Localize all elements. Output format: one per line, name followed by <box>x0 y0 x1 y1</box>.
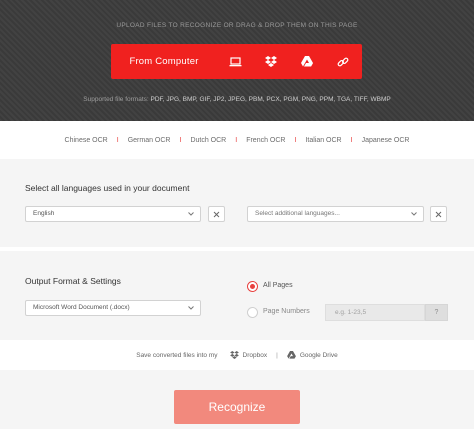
output-format-select[interactable]: Microsoft Word Document (.docx) <box>25 300 201 316</box>
recognize-button[interactable]: Recognize <box>174 390 300 424</box>
google-drive-icon <box>301 56 313 67</box>
link-dutch-ocr[interactable]: Dutch OCR <box>190 137 226 144</box>
primary-language-select[interactable]: English <box>25 206 201 222</box>
link-german-ocr[interactable]: German OCR <box>128 137 171 144</box>
supported-formats-list: PDF, JPG, BMP, GIF, JP2, JPEG, PBM, PCX,… <box>150 96 391 103</box>
primary-language-value: English <box>33 210 55 217</box>
upload-panel[interactable]: UPLOAD FILES TO RECOGNIZE OR DRAG & DROP… <box>0 0 474 121</box>
output-section-title: Output Format & Settings <box>25 276 121 286</box>
chevron-down-icon <box>411 212 417 216</box>
dropbox-icon <box>229 351 239 359</box>
page-numbers-help-button[interactable]: ? <box>425 304 448 321</box>
google-drive-label: Google Drive <box>299 351 338 359</box>
link-chinese-ocr[interactable]: Chinese OCR <box>65 137 108 144</box>
page-numbers-input[interactable]: e.g. 1-23,5 <box>325 304 425 321</box>
link-separator: I <box>235 136 238 144</box>
upload-from-dropbox-button[interactable] <box>253 44 289 79</box>
upload-source-bar: From Computer <box>111 44 362 79</box>
recognize-area: Recognize <box>0 370 474 429</box>
save-to-google-drive-link[interactable]: Google Drive <box>286 351 338 359</box>
dropbox-label: Dropbox <box>242 351 268 359</box>
language-settings: Select all languages used in your docume… <box>0 159 474 247</box>
close-icon <box>435 211 442 217</box>
supported-formats-label: Supported file formats: <box>83 96 149 103</box>
save-to-dropbox-link[interactable]: Dropbox <box>229 351 268 359</box>
upload-from-computer-icon-button[interactable] <box>217 44 253 79</box>
upload-hint: UPLOAD FILES TO RECOGNIZE OR DRAG & DROP… <box>116 22 358 29</box>
upload-from-google-drive-button[interactable] <box>289 44 325 79</box>
page-numbers-radio[interactable] <box>247 307 258 318</box>
clear-primary-language-button[interactable] <box>208 206 225 222</box>
page-numbers-label[interactable]: Page Numbers <box>263 308 310 315</box>
link-separator: I <box>116 136 119 144</box>
link-italian-ocr[interactable]: Italian OCR <box>305 137 341 144</box>
link-japanese-ocr[interactable]: Japanese OCR <box>362 137 410 144</box>
ocr-language-links: Chinese OCR I German OCR I Dutch OCR I F… <box>0 121 474 159</box>
link-separator: I <box>179 136 182 144</box>
link-french-ocr[interactable]: French OCR <box>246 137 285 144</box>
chevron-down-icon <box>188 306 194 310</box>
output-format-value: Microsoft Word Document (.docx) <box>33 304 130 311</box>
all-pages-radio[interactable] <box>247 281 258 292</box>
save-label: Save converted files into my <box>136 351 218 359</box>
close-icon <box>213 211 220 217</box>
additional-languages-select[interactable]: Select additional languages... <box>247 206 424 222</box>
laptop-icon <box>229 56 241 66</box>
supported-formats: Supported file formats: PDF, JPG, BMP, G… <box>0 96 474 103</box>
save-destination-row: Save converted files into my Dropbox | G… <box>0 340 474 370</box>
link-separator: I <box>294 136 297 144</box>
save-separator: | <box>276 351 278 359</box>
upload-from-url-button[interactable] <box>325 44 361 79</box>
output-settings: Output Format & Settings Microsoft Word … <box>0 247 474 340</box>
chevron-down-icon <box>188 212 194 216</box>
link-separator: I <box>350 136 353 144</box>
language-section-title: Select all languages used in your docume… <box>25 183 190 193</box>
clear-additional-languages-button[interactable] <box>430 206 447 222</box>
additional-languages-placeholder: Select additional languages... <box>255 210 340 217</box>
from-computer-button[interactable]: From Computer <box>111 44 217 79</box>
dropbox-icon <box>265 56 277 67</box>
link-icon <box>337 57 349 66</box>
all-pages-label[interactable]: All Pages <box>263 282 293 289</box>
google-drive-icon <box>286 351 296 359</box>
